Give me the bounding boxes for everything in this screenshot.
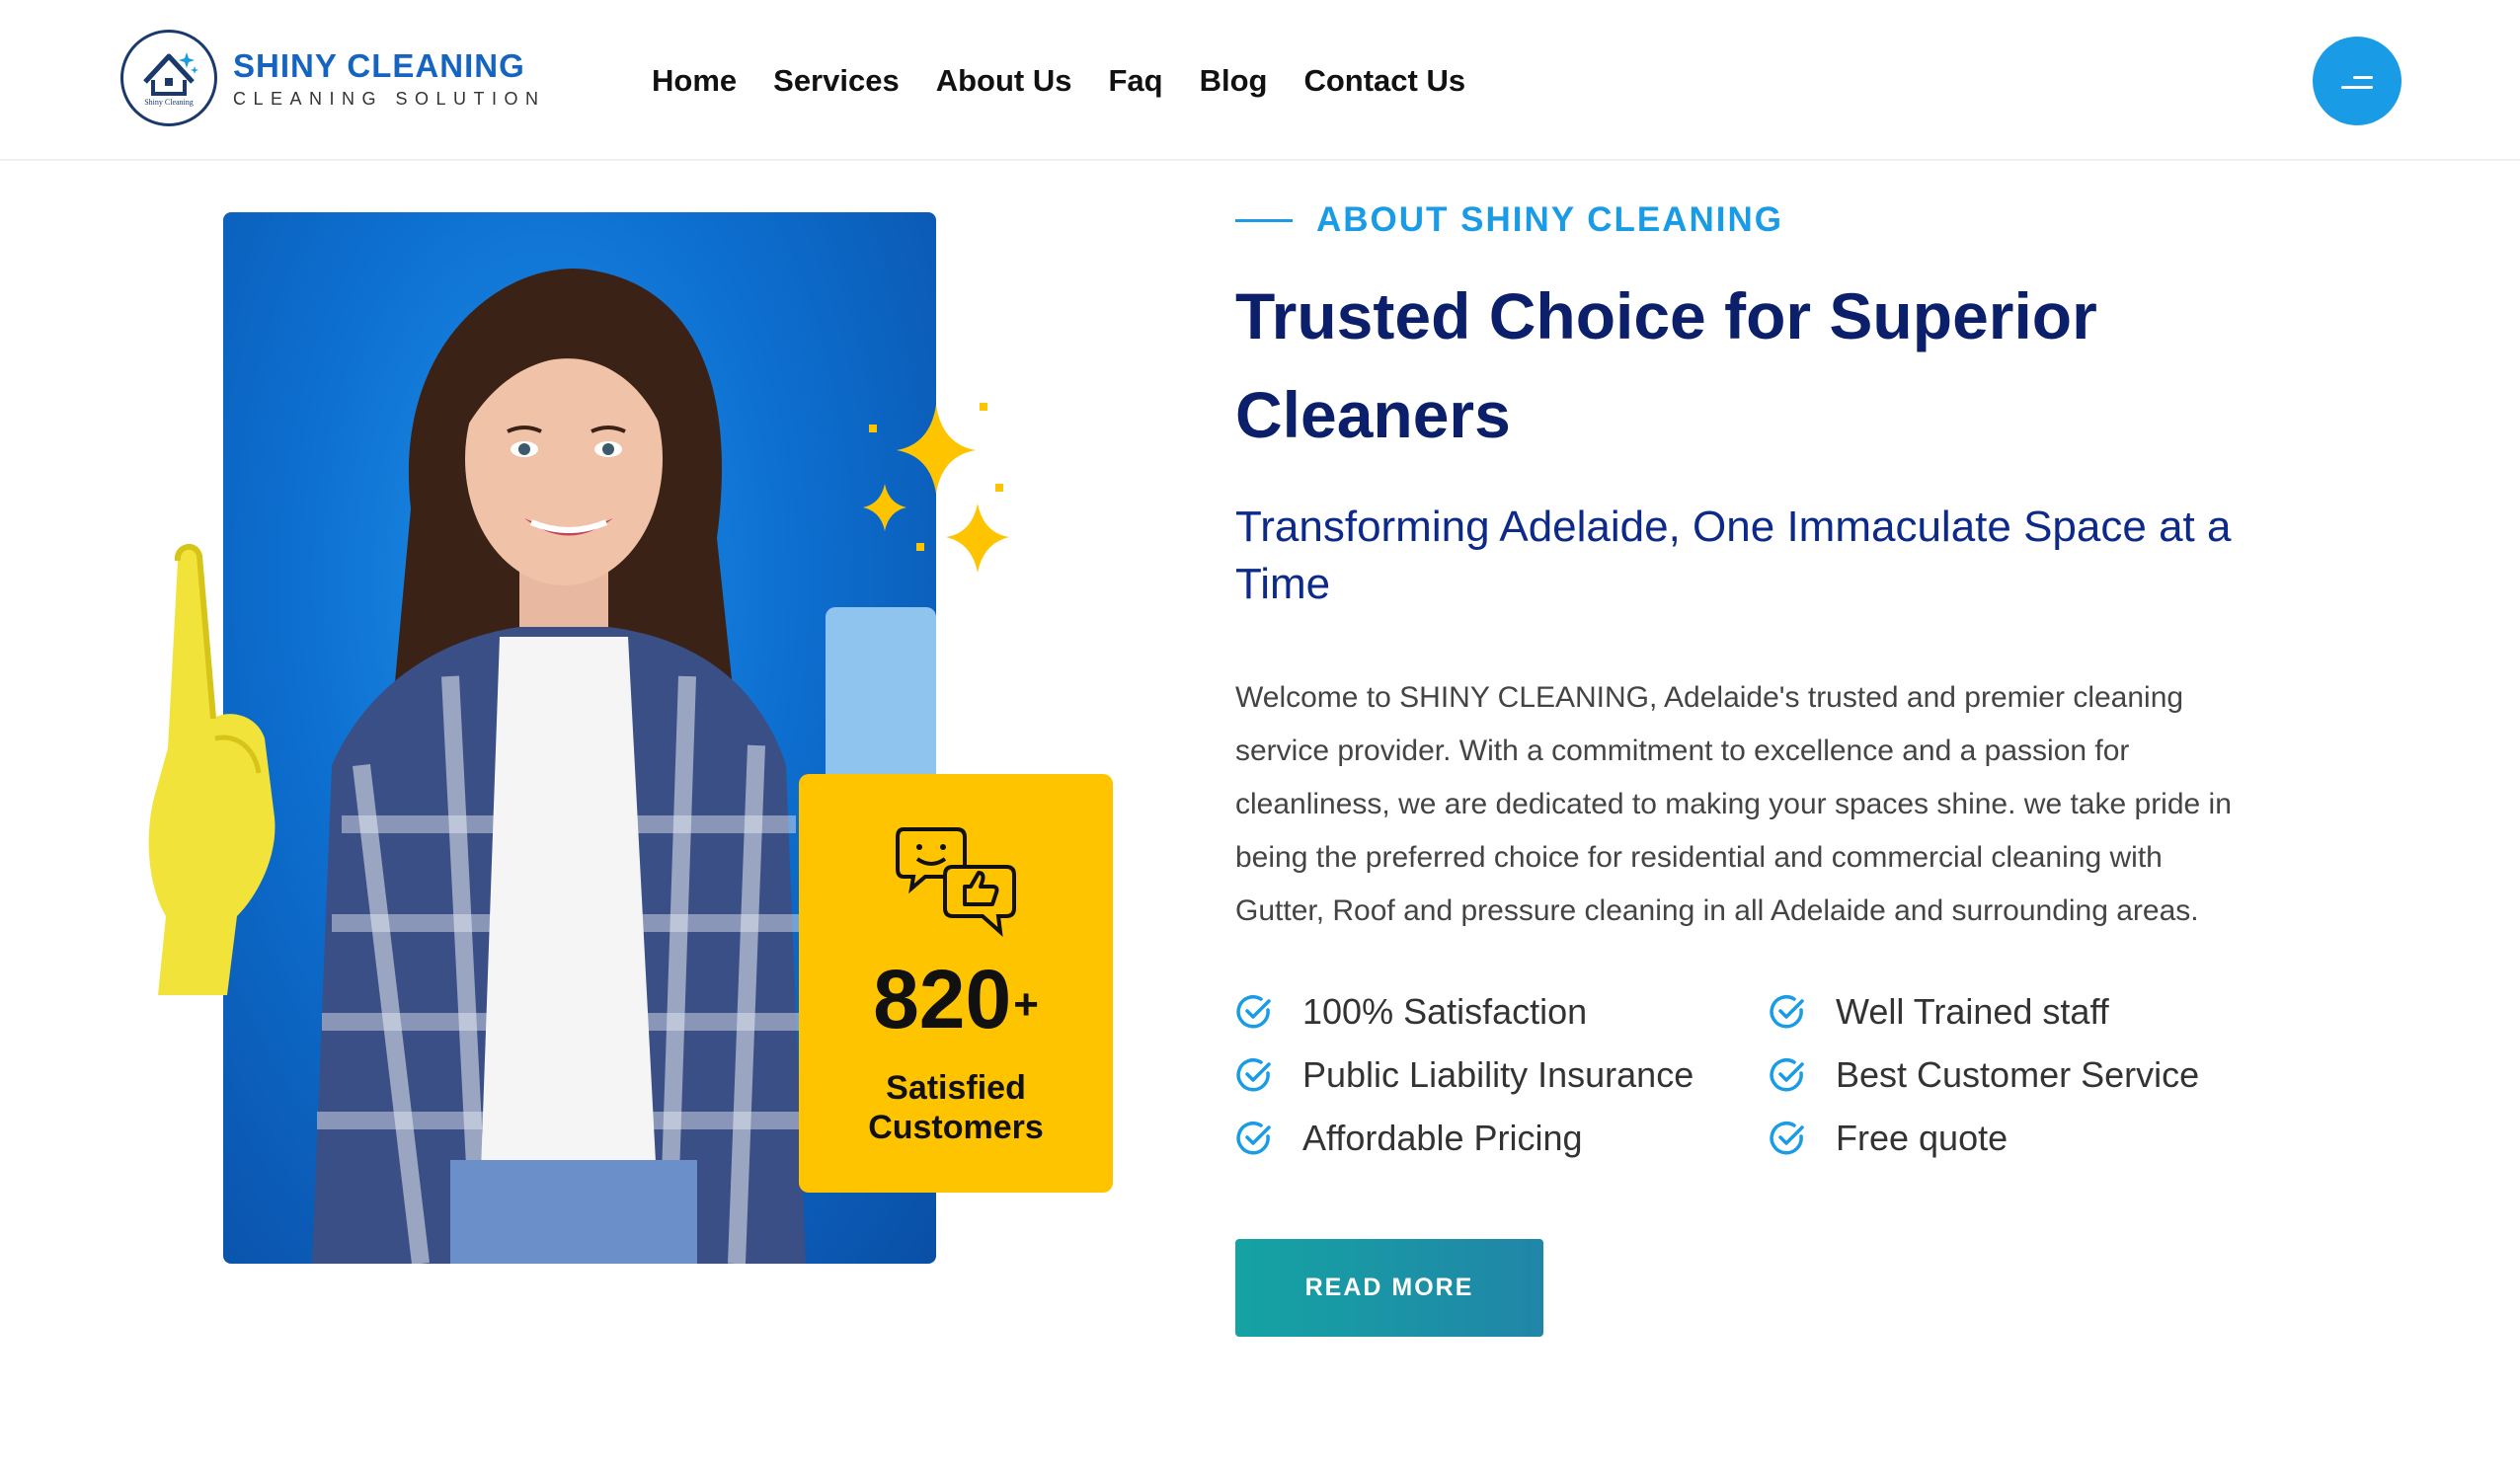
nav-blog[interactable]: Blog: [1200, 61, 1268, 101]
stat-number: 820+: [873, 953, 1039, 1045]
check-circle-icon: [1236, 1122, 1271, 1155]
sparkle-icon: [863, 403, 1009, 573]
brand-tagline: CLEANING SOLUTION: [233, 88, 546, 109]
nav-services[interactable]: Services: [773, 61, 900, 101]
nav-faq[interactable]: Faq: [1108, 61, 1162, 101]
feature-item: Well Trained staff: [1769, 982, 2109, 1042]
eyebrow-text: ABOUT SHINY CLEANING: [1316, 200, 1783, 239]
stat-label: Satisfied Customers: [868, 1069, 1044, 1146]
site-header: Shiny Cleaning SHINY CLEANING CLEANING S…: [0, 0, 2520, 161]
check-circle-icon: [1236, 1058, 1271, 1092]
feature-item: Free quote: [1769, 1109, 2008, 1168]
feature-item: 100% Satisfaction: [1235, 982, 1587, 1042]
nav-about-us[interactable]: About Us: [936, 61, 1072, 101]
section-title: Trusted Choice for Superior Cleaners: [1235, 279, 2097, 451]
check-circle-icon: [1770, 1122, 1804, 1155]
chat-thumbs-up-icon: [896, 827, 1016, 938]
check-circle-icon: [1770, 1058, 1804, 1092]
about-paragraph: Welcome to SHINY CLEANING, Adelaide's tr…: [1235, 681, 2232, 927]
satisfied-customers-card: 820+ Satisfied Customers: [799, 774, 1113, 1193]
stat-suffix: +: [1013, 980, 1039, 1029]
nav-contact-us[interactable]: Contact Us: [1303, 61, 1465, 101]
feature-item: Best Customer Service: [1769, 1045, 2199, 1105]
house-icon: [143, 52, 198, 96]
eyebrow-divider: [1235, 218, 1293, 222]
main-nav: Home Services About Us Faq Blog Contact …: [652, 61, 1502, 101]
section-subtitle: Transforming Adelaide, One Immaculate Sp…: [1235, 503, 2232, 608]
feature-item: Public Liability Insurance: [1235, 1045, 1693, 1105]
nav-home[interactable]: Home: [652, 61, 737, 101]
section-eyebrow: ABOUT SHINY CLEANING: [1235, 200, 1783, 240]
brand-name: SHINY CLEANING: [233, 46, 525, 84]
check-circle-icon: [1770, 995, 1804, 1029]
logo-badge: Shiny Cleaning: [120, 30, 217, 126]
read-more-button[interactable]: READ MORE: [1235, 1239, 1543, 1337]
yellow-glove-illustration: [148, 544, 276, 995]
brand-logo[interactable]: Shiny Cleaning SHINY CLEANING CLEANING S…: [120, 30, 546, 126]
feature-item: Affordable Pricing: [1235, 1109, 1583, 1168]
hamburger-icon: [2353, 76, 2373, 79]
logo-badge-text: Shiny Cleaning: [144, 98, 194, 107]
check-circle-icon: [1236, 995, 1271, 1029]
menu-toggle-button[interactable]: [2313, 37, 2402, 125]
